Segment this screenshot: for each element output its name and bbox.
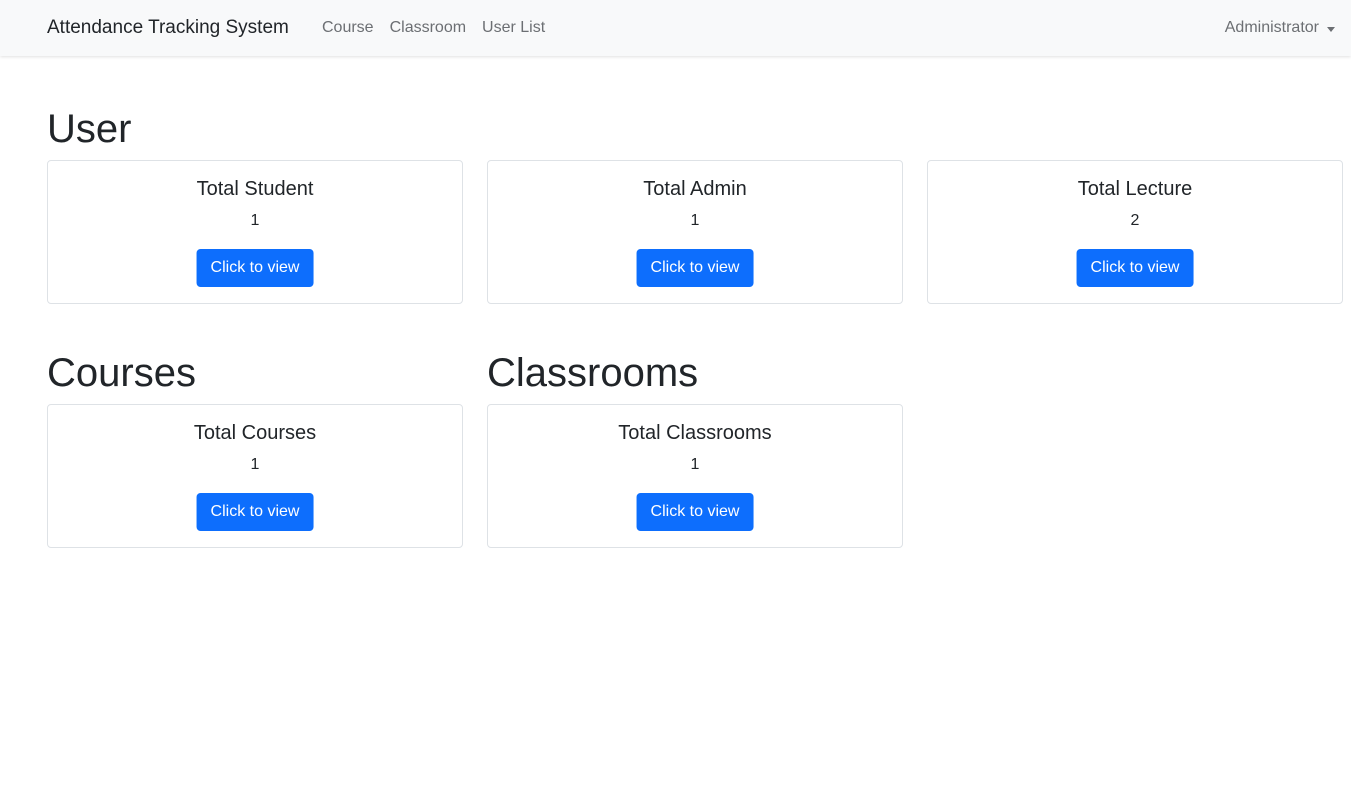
view-classrooms-button[interactable]: Click to view [636,493,754,531]
view-courses-button[interactable]: Click to view [196,493,314,531]
nav-links: Course Classroom User List [314,16,553,40]
user-menu-label: Administrator [1224,19,1319,36]
card-title: Total Classrooms [618,422,772,444]
card-value: 2 [1130,212,1140,229]
nav-link-user-list[interactable]: User List [474,16,553,40]
navbar: Attendance Tracking System Course Classr… [0,0,1351,56]
card-total-student: Total Student 1 Click to view [47,160,463,304]
card-title: Total Lecture [1077,178,1193,200]
card-total-classrooms: Total Classrooms 1 Click to view [487,404,903,548]
card-title: Total Student [196,178,314,200]
card-total-lecture: Total Lecture 2 Click to view [927,160,1343,304]
caret-down-icon [1327,26,1335,32]
card-total-courses: Total Courses 1 Click to view [47,404,463,548]
view-lectures-button[interactable]: Click to view [1076,249,1194,287]
nav-link-classroom[interactable]: Classroom [382,16,474,40]
view-students-button[interactable]: Click to view [196,249,314,287]
card-value: 1 [690,212,700,229]
brand-link[interactable]: Attendance Tracking System [47,16,289,40]
view-admins-button[interactable]: Click to view [636,249,754,287]
card-title: Total Admin [643,178,747,200]
user-menu-dropdown[interactable]: Administrator [1225,16,1335,40]
card-value: 1 [250,212,260,229]
card-value: 1 [690,456,700,473]
section-title-user: User [47,107,132,151]
card-total-admin: Total Admin 1 Click to view [487,160,903,304]
card-value: 1 [250,456,260,473]
card-title: Total Courses [193,422,317,444]
section-title-courses: Courses [47,351,196,395]
nav-link-course[interactable]: Course [314,16,382,40]
section-title-classrooms: Classrooms [487,351,699,395]
